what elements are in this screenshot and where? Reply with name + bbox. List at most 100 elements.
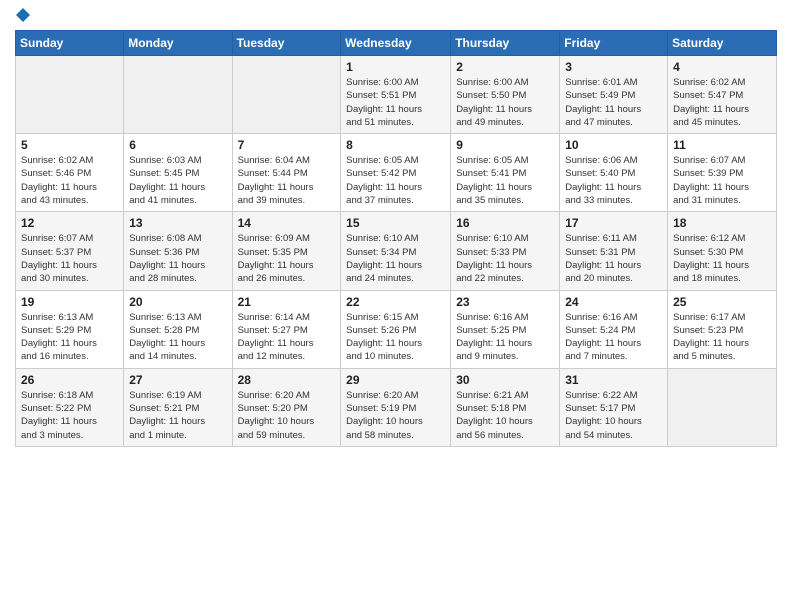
calendar-cell bbox=[16, 56, 124, 134]
day-number: 23 bbox=[456, 295, 554, 309]
day-info: Sunrise: 6:02 AM Sunset: 5:46 PM Dayligh… bbox=[21, 154, 118, 207]
day-number: 19 bbox=[21, 295, 118, 309]
day-number: 5 bbox=[21, 138, 118, 152]
day-number: 11 bbox=[673, 138, 771, 152]
day-number: 12 bbox=[21, 216, 118, 230]
day-info: Sunrise: 6:16 AM Sunset: 5:24 PM Dayligh… bbox=[565, 311, 662, 364]
logo bbox=[15, 10, 30, 22]
calendar-week-2: 12Sunrise: 6:07 AM Sunset: 5:37 PM Dayli… bbox=[16, 212, 777, 290]
day-number: 15 bbox=[346, 216, 445, 230]
day-info: Sunrise: 6:19 AM Sunset: 5:21 PM Dayligh… bbox=[129, 389, 226, 442]
day-number: 1 bbox=[346, 60, 445, 74]
calendar-cell: 10 Sunrise: 6:06 AM Sunset: 5:40 PM Dayli… bbox=[560, 134, 668, 212]
day-info: Sunrise: 6:00 AM Sunset: 5:50 PM Dayligh… bbox=[456, 76, 554, 129]
day-number: 29 bbox=[346, 373, 445, 387]
day-info: Sunrise: 6:17 AM Sunset: 5:23 PM Dayligh… bbox=[673, 311, 771, 364]
calendar-cell: 11 Sunrise: 6:07 AM Sunset: 5:39 PM Dayli… bbox=[668, 134, 777, 212]
weekday-monday: Monday bbox=[124, 31, 232, 56]
calendar-week-1: 5 Sunrise: 6:02 AM Sunset: 5:46 PM Daylig… bbox=[16, 134, 777, 212]
calendar-cell: 26 Sunrise: 6:18 AM Sunset: 5:22 PM Dayli… bbox=[16, 368, 124, 446]
day-info: Sunrise: 6:21 AM Sunset: 5:18 PM Dayligh… bbox=[456, 389, 554, 442]
calendar-cell: 7Sunrise: 6:04 AM Sunset: 5:44 PM Daylig… bbox=[232, 134, 341, 212]
day-info: Sunrise: 6:10 AM Sunset: 5:34 PM Dayligh… bbox=[346, 232, 445, 285]
day-info: Sunrise: 6:05 AM Sunset: 5:42 PM Dayligh… bbox=[346, 154, 445, 207]
calendar-cell: 6 Sunrise: 6:03 AM Sunset: 5:45 PM Daylig… bbox=[124, 134, 232, 212]
calendar-cell: 1 Sunrise: 6:00 AM Sunset: 5:51 PM Daylig… bbox=[341, 56, 451, 134]
calendar-cell: 16 Sunrise: 6:10 AM Sunset: 5:33 PM Dayli… bbox=[451, 212, 560, 290]
day-number: 22 bbox=[346, 295, 445, 309]
calendar-body: 1 Sunrise: 6:00 AM Sunset: 5:51 PM Daylig… bbox=[16, 56, 777, 447]
calendar-cell: 13Sunrise: 6:08 AM Sunset: 5:36 PM Dayli… bbox=[124, 212, 232, 290]
calendar-cell: 30 Sunrise: 6:21 AM Sunset: 5:18 PM Dayli… bbox=[451, 368, 560, 446]
day-info: Sunrise: 6:15 AM Sunset: 5:26 PM Dayligh… bbox=[346, 311, 445, 364]
day-number: 18 bbox=[673, 216, 771, 230]
calendar-table: SundayMondayTuesdayWednesdayThursdayFrid… bbox=[15, 30, 777, 447]
calendar-week-0: 1 Sunrise: 6:00 AM Sunset: 5:51 PM Daylig… bbox=[16, 56, 777, 134]
day-number: 25 bbox=[673, 295, 771, 309]
day-info: Sunrise: 6:10 AM Sunset: 5:33 PM Dayligh… bbox=[456, 232, 554, 285]
day-number: 7 bbox=[238, 138, 336, 152]
day-info: Sunrise: 6:13 AM Sunset: 5:28 PM Dayligh… bbox=[129, 311, 226, 364]
calendar-cell bbox=[124, 56, 232, 134]
day-info: Sunrise: 6:14 AM Sunset: 5:27 PM Dayligh… bbox=[238, 311, 336, 364]
calendar-cell: 22 Sunrise: 6:15 AM Sunset: 5:26 PM Dayli… bbox=[341, 290, 451, 368]
calendar-cell: 25 Sunrise: 6:17 AM Sunset: 5:23 PM Dayli… bbox=[668, 290, 777, 368]
day-info: Sunrise: 6:20 AM Sunset: 5:20 PM Dayligh… bbox=[238, 389, 336, 442]
weekday-friday: Friday bbox=[560, 31, 668, 56]
day-number: 21 bbox=[238, 295, 336, 309]
day-info: Sunrise: 6:11 AM Sunset: 5:31 PM Dayligh… bbox=[565, 232, 662, 285]
day-info: Sunrise: 6:22 AM Sunset: 5:17 PM Dayligh… bbox=[565, 389, 662, 442]
day-info: Sunrise: 6:16 AM Sunset: 5:25 PM Dayligh… bbox=[456, 311, 554, 364]
weekday-header-row: SundayMondayTuesdayWednesdayThursdayFrid… bbox=[16, 31, 777, 56]
calendar-cell: 28 Sunrise: 6:20 AM Sunset: 5:20 PM Dayli… bbox=[232, 368, 341, 446]
day-info: Sunrise: 6:20 AM Sunset: 5:19 PM Dayligh… bbox=[346, 389, 445, 442]
calendar-cell: 21 Sunrise: 6:14 AM Sunset: 5:27 PM Dayli… bbox=[232, 290, 341, 368]
calendar-cell: 12Sunrise: 6:07 AM Sunset: 5:37 PM Dayli… bbox=[16, 212, 124, 290]
day-info: Sunrise: 6:18 AM Sunset: 5:22 PM Dayligh… bbox=[21, 389, 118, 442]
calendar-cell: 23 Sunrise: 6:16 AM Sunset: 5:25 PM Dayli… bbox=[451, 290, 560, 368]
calendar-cell: 14 Sunrise: 6:09 AM Sunset: 5:35 PM Dayli… bbox=[232, 212, 341, 290]
day-info: Sunrise: 6:13 AM Sunset: 5:29 PM Dayligh… bbox=[21, 311, 118, 364]
calendar-cell: 17Sunrise: 6:11 AM Sunset: 5:31 PM Dayli… bbox=[560, 212, 668, 290]
day-number: 31 bbox=[565, 373, 662, 387]
day-number: 30 bbox=[456, 373, 554, 387]
day-info: Sunrise: 6:01 AM Sunset: 5:49 PM Dayligh… bbox=[565, 76, 662, 129]
day-info: Sunrise: 6:06 AM Sunset: 5:40 PM Dayligh… bbox=[565, 154, 662, 207]
day-number: 14 bbox=[238, 216, 336, 230]
calendar-cell bbox=[232, 56, 341, 134]
day-number: 3 bbox=[565, 60, 662, 74]
calendar-cell: 9Sunrise: 6:05 AM Sunset: 5:41 PM Daylig… bbox=[451, 134, 560, 212]
day-number: 10 bbox=[565, 138, 662, 152]
weekday-sunday: Sunday bbox=[16, 31, 124, 56]
day-number: 20 bbox=[129, 295, 226, 309]
calendar-cell: 20 Sunrise: 6:13 AM Sunset: 5:28 PM Dayli… bbox=[124, 290, 232, 368]
day-info: Sunrise: 6:07 AM Sunset: 5:39 PM Dayligh… bbox=[673, 154, 771, 207]
day-info: Sunrise: 6:00 AM Sunset: 5:51 PM Dayligh… bbox=[346, 76, 445, 129]
calendar-cell bbox=[668, 368, 777, 446]
calendar-cell: 24 Sunrise: 6:16 AM Sunset: 5:24 PM Dayli… bbox=[560, 290, 668, 368]
calendar-cell: 19 Sunrise: 6:13 AM Sunset: 5:29 PM Dayli… bbox=[16, 290, 124, 368]
day-info: Sunrise: 6:12 AM Sunset: 5:30 PM Dayligh… bbox=[673, 232, 771, 285]
calendar-cell: 27 Sunrise: 6:19 AM Sunset: 5:21 PM Dayli… bbox=[124, 368, 232, 446]
day-number: 6 bbox=[129, 138, 226, 152]
calendar-cell: 4Sunrise: 6:02 AM Sunset: 5:47 PM Daylig… bbox=[668, 56, 777, 134]
day-info: Sunrise: 6:09 AM Sunset: 5:35 PM Dayligh… bbox=[238, 232, 336, 285]
calendar-cell: 29 Sunrise: 6:20 AM Sunset: 5:19 PM Dayli… bbox=[341, 368, 451, 446]
calendar-cell: 5 Sunrise: 6:02 AM Sunset: 5:46 PM Daylig… bbox=[16, 134, 124, 212]
day-info: Sunrise: 6:03 AM Sunset: 5:45 PM Dayligh… bbox=[129, 154, 226, 207]
day-number: 16 bbox=[456, 216, 554, 230]
calendar-week-4: 26 Sunrise: 6:18 AM Sunset: 5:22 PM Dayli… bbox=[16, 368, 777, 446]
calendar-week-3: 19 Sunrise: 6:13 AM Sunset: 5:29 PM Dayli… bbox=[16, 290, 777, 368]
weekday-wednesday: Wednesday bbox=[341, 31, 451, 56]
day-number: 8 bbox=[346, 138, 445, 152]
calendar-cell: 8 Sunrise: 6:05 AM Sunset: 5:42 PM Daylig… bbox=[341, 134, 451, 212]
calendar-cell: 15 Sunrise: 6:10 AM Sunset: 5:34 PM Dayli… bbox=[341, 212, 451, 290]
day-number: 28 bbox=[238, 373, 336, 387]
day-number: 27 bbox=[129, 373, 226, 387]
day-number: 2 bbox=[456, 60, 554, 74]
day-number: 24 bbox=[565, 295, 662, 309]
calendar-cell: 2 Sunrise: 6:00 AM Sunset: 5:50 PM Daylig… bbox=[451, 56, 560, 134]
weekday-saturday: Saturday bbox=[668, 31, 777, 56]
day-number: 26 bbox=[21, 373, 118, 387]
day-number: 9 bbox=[456, 138, 554, 152]
